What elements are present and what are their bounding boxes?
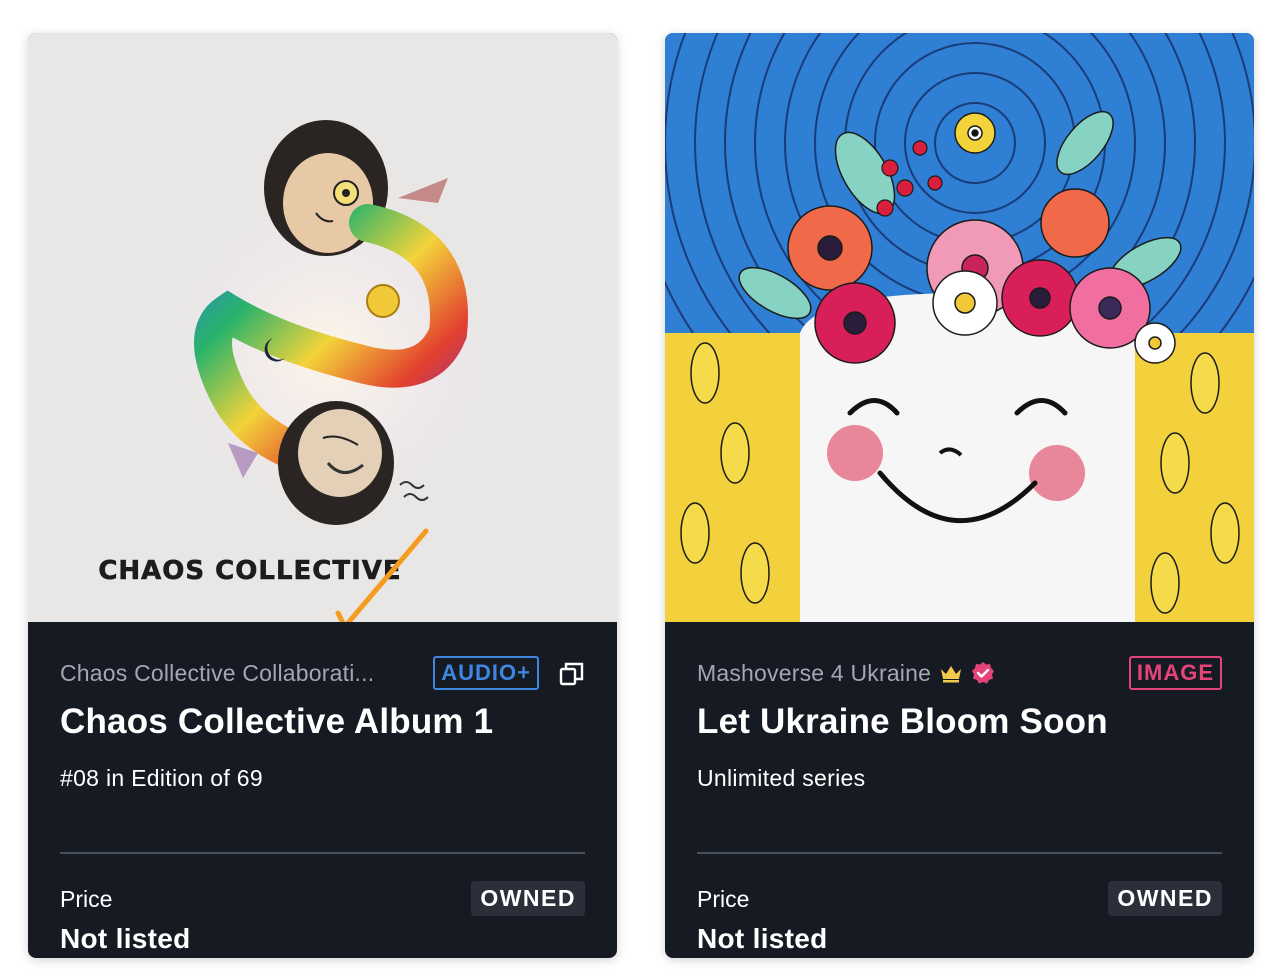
collection-link[interactable]: Chaos Collective Collaborati... [60,660,374,687]
artwork-image[interactable] [665,33,1254,622]
media-type-tag: AUDIO+ [433,656,539,690]
meta-row: Mashoverse 4 Ukraine IMAGE [697,655,1222,691]
chaos-collective-artwork: CHAOS COLLECTIVE [28,33,617,622]
owned-badge: OWNED [1108,881,1222,916]
meta-row: Chaos Collective Collaborati... AUDIO+ [60,655,585,691]
card-info: Mashoverse 4 Ukraine IMAGE Let Ukraine B… [665,622,1254,958]
edition-info: #08 in Edition of 69 [60,765,263,791]
crown-icon [939,663,963,683]
artwork-caption: CHAOS COLLECTIVE [98,556,401,586]
price-label: Price [60,886,113,912]
collection-link[interactable]: Mashoverse 4 Ukraine [697,660,931,687]
nft-title[interactable]: Let Ukraine Bloom Soon [697,702,1108,742]
card-info: Chaos Collective Collaborati... AUDIO+ C… [28,622,617,958]
divider [697,852,1222,854]
price-value: Not listed [697,923,828,954]
price-label: Price [697,886,750,912]
media-type-tag: IMAGE [1128,656,1222,690]
ukraine-bloom-artwork [665,33,1254,622]
nft-card-chaos-collective[interactable]: CHAOS COLLECTIVE Chaos Collective Collab… [28,33,617,958]
owned-badge: OWNED [471,881,585,916]
copies-icon[interactable] [559,660,585,686]
price-value: Not listed [60,923,191,954]
nft-title[interactable]: Chaos Collective Album 1 [60,702,493,742]
edition-info: Unlimited series [697,765,866,791]
artwork-image[interactable]: CHAOS COLLECTIVE [28,33,617,622]
nft-card-let-ukraine-bloom[interactable]: Mashoverse 4 Ukraine IMAGE Let Ukraine B… [665,33,1254,958]
verified-icon [971,661,995,685]
divider [60,852,585,854]
